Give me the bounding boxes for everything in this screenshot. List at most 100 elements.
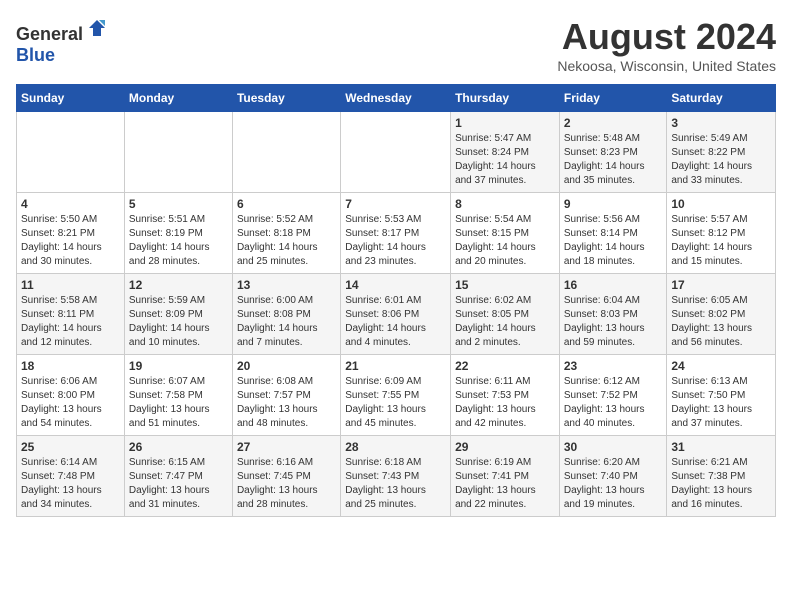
calendar-cell: 1Sunrise: 5:47 AM Sunset: 8:24 PM Daylig… (451, 112, 560, 193)
day-content: Sunrise: 5:57 AM Sunset: 8:12 PM Dayligh… (671, 213, 771, 269)
day-number: 20 (237, 359, 336, 373)
calendar-week-row: 11 Sunrise: 5:58 AM Sunset: 8:11 PM Dayli… (17, 274, 776, 355)
header-cell-saturday: Saturday (667, 85, 776, 112)
calendar-cell (341, 112, 451, 193)
day-number: 6 (237, 197, 336, 211)
day-number: 23 (564, 359, 663, 373)
day-content: Sunrise: 5:58 AM Sunset: 8:11 PM Dayligh… (21, 294, 120, 350)
calendar-cell: 14Sunrise: 6:01 AM Sunset: 8:06 PM Dayli… (341, 274, 451, 355)
logo: General Blue (16, 16, 109, 66)
day-content: Sunrise: 5:59 AM Sunset: 8:09 PM Dayligh… (129, 294, 228, 350)
day-content: Sunrise: 6:06 AM Sunset: 8:00 PM Dayligh… (21, 375, 120, 431)
header-cell-tuesday: Tuesday (232, 85, 340, 112)
calendar-cell: 28 Sunrise: 6:18 AM Sunset: 7:43 PM Dayli… (341, 436, 451, 517)
calendar-table: SundayMondayTuesdayWednesdayThursdayFrid… (16, 84, 776, 517)
day-number: 12 (129, 278, 228, 292)
header-cell-friday: Friday (559, 85, 667, 112)
calendar-cell: 17 Sunrise: 6:05 AM Sunset: 8:02 PM Dayli… (667, 274, 776, 355)
day-number: 11 (21, 278, 120, 292)
month-year-title: August 2024 (557, 16, 776, 58)
calendar-week-row: 18 Sunrise: 6:06 AM Sunset: 8:00 PM Dayli… (17, 355, 776, 436)
day-content: Sunrise: 5:49 AM Sunset: 8:22 PM Dayligh… (671, 132, 771, 188)
day-content: Sunrise: 6:04 AM Sunset: 8:03 PM Dayligh… (564, 294, 663, 350)
calendar-cell: 10 Sunrise: 5:57 AM Sunset: 8:12 PM Dayli… (667, 193, 776, 274)
day-content: Sunrise: 5:52 AM Sunset: 8:18 PM Dayligh… (237, 213, 336, 269)
day-number: 4 (21, 197, 120, 211)
day-number: 13 (237, 278, 336, 292)
calendar-cell: 13Sunrise: 6:00 AM Sunset: 8:08 PM Dayli… (232, 274, 340, 355)
day-content: Sunrise: 5:50 AM Sunset: 8:21 PM Dayligh… (21, 213, 120, 269)
day-content: Sunrise: 6:21 AM Sunset: 7:38 PM Dayligh… (671, 456, 771, 512)
day-content: Sunrise: 6:19 AM Sunset: 7:41 PM Dayligh… (455, 456, 555, 512)
logo-general: General (16, 24, 83, 44)
calendar-cell: 9 Sunrise: 5:56 AM Sunset: 8:14 PM Daylig… (559, 193, 667, 274)
day-number: 18 (21, 359, 120, 373)
day-number: 10 (671, 197, 771, 211)
logo-icon (85, 16, 109, 40)
day-number: 26 (129, 440, 228, 454)
calendar-cell: 4 Sunrise: 5:50 AM Sunset: 8:21 PM Daylig… (17, 193, 125, 274)
day-content: Sunrise: 5:54 AM Sunset: 8:15 PM Dayligh… (455, 213, 555, 269)
day-content: Sunrise: 5:56 AM Sunset: 8:14 PM Dayligh… (564, 213, 663, 269)
calendar-cell (232, 112, 340, 193)
calendar-cell (124, 112, 232, 193)
day-content: Sunrise: 5:48 AM Sunset: 8:23 PM Dayligh… (564, 132, 663, 188)
calendar-week-row: 25 Sunrise: 6:14 AM Sunset: 7:48 PM Dayli… (17, 436, 776, 517)
calendar-cell: 25 Sunrise: 6:14 AM Sunset: 7:48 PM Dayli… (17, 436, 125, 517)
day-number: 28 (345, 440, 446, 454)
day-content: Sunrise: 6:13 AM Sunset: 7:50 PM Dayligh… (671, 375, 771, 431)
day-content: Sunrise: 6:02 AM Sunset: 8:05 PM Dayligh… (455, 294, 555, 350)
day-number: 19 (129, 359, 228, 373)
day-content: Sunrise: 6:05 AM Sunset: 8:02 PM Dayligh… (671, 294, 771, 350)
calendar-week-row: 1Sunrise: 5:47 AM Sunset: 8:24 PM Daylig… (17, 112, 776, 193)
calendar-cell: 23Sunrise: 6:12 AM Sunset: 7:52 PM Dayli… (559, 355, 667, 436)
calendar-cell: 29 Sunrise: 6:19 AM Sunset: 7:41 PM Dayli… (451, 436, 560, 517)
calendar-cell: 24 Sunrise: 6:13 AM Sunset: 7:50 PM Dayli… (667, 355, 776, 436)
day-number: 7 (345, 197, 446, 211)
calendar-cell: 6 Sunrise: 5:52 AM Sunset: 8:18 PM Daylig… (232, 193, 340, 274)
day-number: 29 (455, 440, 555, 454)
calendar-cell: 21Sunrise: 6:09 AM Sunset: 7:55 PM Dayli… (341, 355, 451, 436)
day-content: Sunrise: 6:18 AM Sunset: 7:43 PM Dayligh… (345, 456, 446, 512)
calendar-cell: 27Sunrise: 6:16 AM Sunset: 7:45 PM Dayli… (232, 436, 340, 517)
day-number: 2 (564, 116, 663, 130)
day-content: Sunrise: 6:20 AM Sunset: 7:40 PM Dayligh… (564, 456, 663, 512)
day-number: 16 (564, 278, 663, 292)
day-number: 30 (564, 440, 663, 454)
header-cell-wednesday: Wednesday (341, 85, 451, 112)
day-content: Sunrise: 6:15 AM Sunset: 7:47 PM Dayligh… (129, 456, 228, 512)
day-number: 22 (455, 359, 555, 373)
calendar-cell: 20 Sunrise: 6:08 AM Sunset: 7:57 PM Dayli… (232, 355, 340, 436)
calendar-cell: 31 Sunrise: 6:21 AM Sunset: 7:38 PM Dayli… (667, 436, 776, 517)
day-number: 27 (237, 440, 336, 454)
calendar-cell: 26 Sunrise: 6:15 AM Sunset: 7:47 PM Dayli… (124, 436, 232, 517)
day-number: 25 (21, 440, 120, 454)
day-content: Sunrise: 5:47 AM Sunset: 8:24 PM Dayligh… (455, 132, 555, 188)
calendar-cell: 30 Sunrise: 6:20 AM Sunset: 7:40 PM Dayli… (559, 436, 667, 517)
logo-blue: Blue (16, 45, 55, 66)
day-number: 3 (671, 116, 771, 130)
day-content: Sunrise: 6:11 AM Sunset: 7:53 PM Dayligh… (455, 375, 555, 431)
calendar-cell: 7Sunrise: 5:53 AM Sunset: 8:17 PM Daylig… (341, 193, 451, 274)
title-block: August 2024 Nekoosa, Wisconsin, United S… (557, 16, 776, 74)
calendar-cell: 8Sunrise: 5:54 AM Sunset: 8:15 PM Daylig… (451, 193, 560, 274)
calendar-cell: 18 Sunrise: 6:06 AM Sunset: 8:00 PM Dayli… (17, 355, 125, 436)
calendar-cell: 12 Sunrise: 5:59 AM Sunset: 8:09 PM Dayli… (124, 274, 232, 355)
day-number: 31 (671, 440, 771, 454)
day-number: 5 (129, 197, 228, 211)
day-number: 9 (564, 197, 663, 211)
calendar-week-row: 4 Sunrise: 5:50 AM Sunset: 8:21 PM Daylig… (17, 193, 776, 274)
day-number: 15 (455, 278, 555, 292)
day-number: 24 (671, 359, 771, 373)
day-number: 17 (671, 278, 771, 292)
day-number: 21 (345, 359, 446, 373)
day-content: Sunrise: 6:08 AM Sunset: 7:57 PM Dayligh… (237, 375, 336, 431)
location-subtitle: Nekoosa, Wisconsin, United States (557, 58, 776, 74)
calendar-cell (17, 112, 125, 193)
day-content: Sunrise: 6:01 AM Sunset: 8:06 PM Dayligh… (345, 294, 446, 350)
day-content: Sunrise: 5:51 AM Sunset: 8:19 PM Dayligh… (129, 213, 228, 269)
page-header: General Blue August 2024 Nekoosa, Wiscon… (16, 16, 776, 74)
header-cell-thursday: Thursday (451, 85, 560, 112)
day-content: Sunrise: 6:14 AM Sunset: 7:48 PM Dayligh… (21, 456, 120, 512)
calendar-body: 1Sunrise: 5:47 AM Sunset: 8:24 PM Daylig… (17, 112, 776, 517)
